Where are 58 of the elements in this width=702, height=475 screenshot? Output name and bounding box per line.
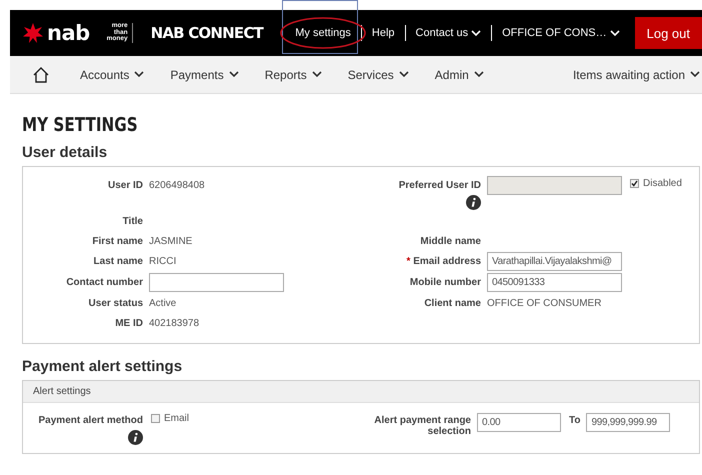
field-label: Title: [122, 215, 143, 227]
header-link[interactable]: Help: [364, 27, 402, 39]
header-link[interactable]: OFFICE OF CONS…: [495, 27, 627, 39]
field-value: JASMINE: [149, 235, 192, 247]
checkbox-label: Disabled: [643, 178, 682, 189]
field-label: Contact number: [66, 276, 143, 288]
info-icon[interactable]: [128, 430, 143, 445]
nav-item[interactable]: Items awaiting action: [572, 68, 700, 82]
field-label: Client name: [424, 297, 481, 309]
chevron-down-icon: [398, 71, 409, 78]
field-value: Active: [149, 297, 176, 309]
field-label: * Email address: [406, 255, 481, 267]
chevron-down-icon: [690, 71, 700, 78]
input-field[interactable]: 999,999,999.99: [586, 413, 670, 432]
chevron-down-icon: [228, 71, 239, 78]
chevron-down-icon: [312, 71, 322, 78]
field-value: RICCI: [149, 255, 176, 267]
section-heading: User details: [22, 144, 108, 161]
field-label: Middle name: [420, 235, 481, 247]
logout-button[interactable]: Log out: [634, 17, 702, 49]
nav-item[interactable]: Accounts: [80, 68, 144, 82]
chevron-down-icon: [474, 71, 484, 78]
chevron-down-icon: [134, 71, 144, 78]
nav-item[interactable]: Admin: [434, 68, 484, 82]
field-label: Preferred User ID: [398, 179, 481, 191]
field-value: 402183978: [149, 317, 200, 329]
nav-item[interactable]: Payments: [170, 68, 239, 82]
checkbox[interactable]: [151, 414, 160, 423]
product-name: NAB CONNECT: [150, 24, 263, 42]
field-value: OFFICE OF CONSUMER: [487, 297, 602, 309]
field-label: First name: [92, 235, 143, 247]
field-label: Payment alert method: [38, 414, 143, 426]
panel-title: Alert settings: [23, 381, 699, 403]
brand-name: nab: [47, 21, 90, 45]
chevron-down-icon: [471, 30, 482, 36]
home-icon[interactable]: [32, 66, 50, 84]
input-field[interactable]: 0450091333: [487, 273, 622, 292]
field-label: To: [569, 414, 580, 426]
field-label: Last name: [94, 255, 143, 267]
header-link[interactable]: Contact us: [408, 27, 488, 39]
field-label: Alert payment range selection: [373, 414, 471, 437]
field-label: ME ID: [115, 317, 143, 329]
checkbox-label: Email: [164, 413, 190, 424]
star-logo-icon: [22, 22, 44, 44]
input-field[interactable]: 0.00: [477, 413, 561, 432]
info-icon[interactable]: [466, 195, 481, 210]
input-field[interactable]: Varathapillai.Vijayalakshmi@: [487, 252, 622, 271]
input-field[interactable]: [149, 273, 284, 292]
field-label: Mobile number: [410, 276, 481, 288]
nav-item[interactable]: Reports: [264, 68, 322, 82]
field-value: 6206498408: [149, 179, 205, 191]
field-label: User ID: [108, 179, 143, 191]
checkbox[interactable]: [630, 179, 639, 188]
field-label: User status: [88, 297, 143, 309]
chevron-down-icon: [610, 30, 620, 36]
page-title: MY SETTINGS: [22, 114, 138, 136]
nav-item[interactable]: Services: [348, 68, 409, 82]
section-heading: Payment alert settings: [22, 358, 184, 375]
